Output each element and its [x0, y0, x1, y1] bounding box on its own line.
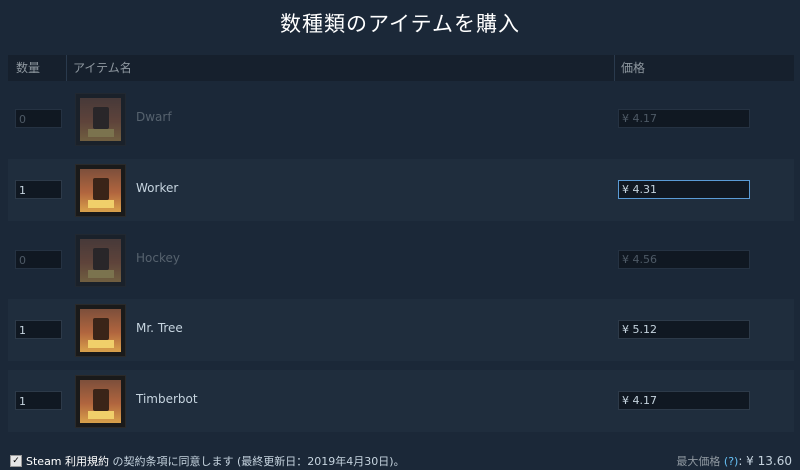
item-row-mr-tree: 1 Mr. Tree ¥ 5.12: [8, 299, 794, 361]
item-thumbnail: [75, 304, 126, 357]
max-price: 最大価格 (?): ¥ 13.60: [676, 453, 792, 469]
table-header: 数量 アイテム名 価格: [8, 55, 794, 81]
page-title: 数種類のアイテムを購入: [280, 12, 520, 36]
column-item-name: アイテム名: [66, 55, 614, 81]
item-row-dwarf: 0 Dwarf ¥ 4.17: [8, 88, 794, 150]
price-input[interactable]: ¥ 5.12: [618, 320, 750, 339]
price-input[interactable]: ¥ 4.17: [618, 109, 750, 128]
quantity-input[interactable]: 0: [15, 250, 62, 269]
terms-link[interactable]: Steam 利用規約: [26, 455, 109, 468]
price-input[interactable]: ¥ 4.56: [618, 250, 750, 269]
quantity-input[interactable]: 1: [15, 391, 62, 410]
item-name: Dwarf: [136, 110, 172, 124]
item-thumbnail: [75, 234, 126, 287]
item-row-worker: 1 Worker ¥ 4.31: [8, 159, 794, 221]
item-row-timberbot: 1 Timberbot ¥ 4.17: [8, 370, 794, 432]
item-name: Hockey: [136, 251, 180, 265]
column-quantity: 数量: [16, 61, 41, 75]
max-price-value: : ¥ 13.60: [738, 454, 792, 468]
item-thumbnail: [75, 93, 126, 146]
item-name: Mr. Tree: [136, 321, 183, 335]
item-thumbnail: [75, 164, 126, 217]
price-input[interactable]: ¥ 4.31: [618, 180, 750, 199]
quantity-input[interactable]: 0: [15, 109, 62, 128]
terms-text: の契約条項に同意します (最終更新日：2019年4月30日)。: [109, 455, 405, 468]
column-price: 価格: [614, 55, 794, 81]
help-link[interactable]: (?): [724, 455, 738, 468]
terms-agreement: Steam 利用規約 の契約条項に同意します (最終更新日：2019年4月30日…: [26, 453, 405, 469]
item-row-hockey: 0 Hockey ¥ 4.56: [8, 229, 794, 291]
terms-checkbox[interactable]: ✓: [10, 455, 22, 467]
item-name: Worker: [136, 181, 179, 195]
item-name: Timberbot: [136, 392, 198, 406]
price-input[interactable]: ¥ 4.17: [618, 391, 750, 410]
quantity-input[interactable]: 1: [15, 180, 62, 199]
quantity-input[interactable]: 1: [15, 320, 62, 339]
item-thumbnail: [75, 375, 126, 428]
max-price-label: 最大価格: [676, 455, 721, 468]
